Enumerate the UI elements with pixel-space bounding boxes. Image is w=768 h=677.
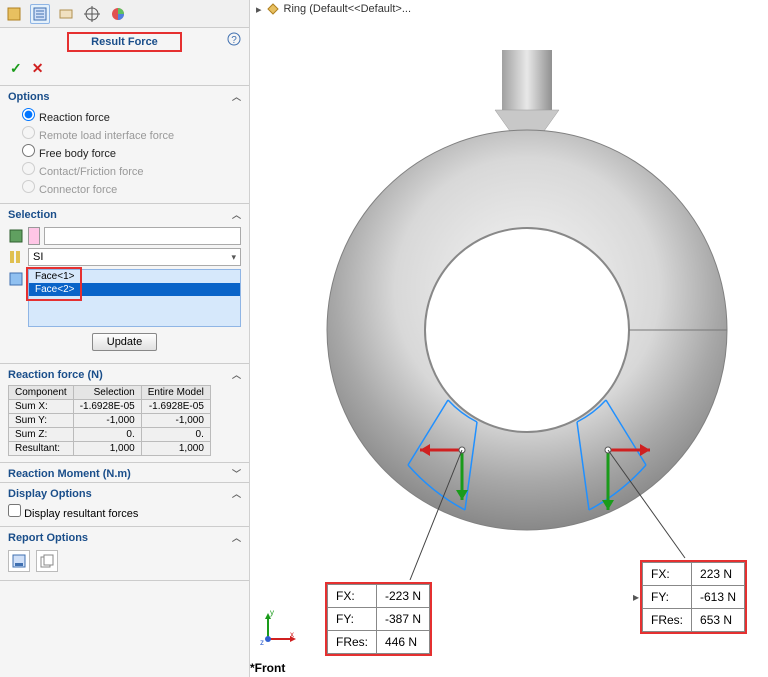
force-callout-left: FX:-223 N FY:-387 N FRes:446 N bbox=[325, 582, 432, 656]
display-options-header[interactable]: Display Options ︿ bbox=[0, 483, 249, 502]
chevron-up-icon: ︿ bbox=[232, 368, 241, 381]
selection-header[interactable]: Selection ︿ bbox=[0, 204, 249, 223]
copy-report-icon[interactable] bbox=[36, 550, 58, 572]
reaction-force-header[interactable]: Reaction force (N) ︿ bbox=[0, 364, 249, 383]
svg-text:?: ? bbox=[231, 35, 237, 46]
chevron-up-icon: ︿ bbox=[232, 487, 241, 500]
breadcrumb-text: Ring (Default<<Default>... bbox=[284, 3, 412, 15]
col-selection: Selection bbox=[73, 386, 141, 400]
display-options-label: Display Options bbox=[8, 488, 92, 500]
options-label: Options bbox=[8, 91, 50, 103]
options-header[interactable]: Options ︿ bbox=[0, 86, 249, 105]
opt-connector: Connector force bbox=[22, 179, 241, 197]
display-resultant-checkbox[interactable]: Display resultant forces bbox=[8, 508, 138, 520]
view-triad: y x z bbox=[260, 607, 300, 647]
opt-free-body[interactable]: Free body force bbox=[22, 143, 241, 161]
chevron-down-icon: ﹀ bbox=[232, 467, 241, 480]
force-callout-right: FX:223 N ▸FY:-613 N FRes:653 N bbox=[640, 560, 747, 634]
study-select[interactable] bbox=[44, 227, 241, 245]
col-component: Component bbox=[9, 386, 74, 400]
svg-text:x: x bbox=[290, 630, 294, 639]
panel-title: Result Force bbox=[67, 32, 182, 52]
save-report-icon[interactable] bbox=[8, 550, 30, 572]
tab-appearance-icon[interactable] bbox=[108, 4, 128, 24]
chevron-up-icon: ︿ bbox=[232, 208, 241, 221]
face-select-icon bbox=[8, 271, 24, 287]
opt-contact-friction: Contact/Friction force bbox=[22, 161, 241, 179]
property-panel: Result Force ? ✓ ✕ Options ︿ Reaction fo… bbox=[0, 0, 250, 677]
chevron-down-icon: ▾ bbox=[231, 252, 236, 263]
view-orientation-label: *Front bbox=[250, 661, 285, 675]
col-entire-model: Entire Model bbox=[141, 386, 210, 400]
face-item[interactable]: Face<1> bbox=[29, 270, 240, 283]
svg-text:z: z bbox=[260, 638, 264, 647]
study-icon bbox=[8, 228, 24, 244]
breadcrumb[interactable]: ▸ Ring (Default<<Default>... bbox=[256, 2, 411, 16]
model-ring bbox=[290, 50, 750, 580]
report-options-label: Report Options bbox=[8, 532, 88, 544]
expand-icon[interactable]: ▸ bbox=[256, 3, 262, 16]
part-icon bbox=[266, 2, 280, 16]
cancel-button[interactable]: ✕ bbox=[32, 60, 44, 77]
color-swatch[interactable] bbox=[28, 227, 40, 245]
svg-text:y: y bbox=[270, 608, 274, 617]
help-icon[interactable]: ? bbox=[227, 32, 241, 49]
units-icon bbox=[8, 249, 24, 265]
selection-label: Selection bbox=[8, 209, 57, 221]
face-selection-list[interactable]: Face<1> Face<2> bbox=[28, 269, 241, 327]
panel-tab-strip bbox=[0, 0, 249, 28]
tab-config-icon[interactable] bbox=[56, 4, 76, 24]
tab-property-icon[interactable] bbox=[30, 4, 50, 24]
units-dropdown[interactable]: SI ▾ bbox=[28, 248, 241, 266]
chevron-up-icon: ︿ bbox=[232, 90, 241, 103]
report-options-header[interactable]: Report Options ︿ bbox=[0, 527, 249, 546]
reaction-moment-header[interactable]: Reaction Moment (N.m) ﹀ bbox=[0, 463, 249, 482]
opt-remote-load: Remote load interface force bbox=[22, 125, 241, 143]
reaction-moment-label: Reaction Moment (N.m) bbox=[8, 468, 131, 480]
ok-button[interactable]: ✓ bbox=[10, 60, 22, 77]
graphics-viewport[interactable]: ▸ Ring (Default<<Default>... bbox=[250, 0, 768, 677]
tab-feature-icon[interactable] bbox=[4, 4, 24, 24]
face-item[interactable]: Face<2> bbox=[29, 283, 240, 296]
reaction-force-table: Component Selection Entire Model Sum X:-… bbox=[8, 385, 211, 456]
reaction-force-label: Reaction force (N) bbox=[8, 369, 103, 381]
chevron-up-icon: ︿ bbox=[232, 531, 241, 544]
tab-target-icon[interactable] bbox=[82, 4, 102, 24]
units-value: SI bbox=[33, 251, 43, 263]
opt-reaction-force[interactable]: Reaction force bbox=[22, 107, 241, 125]
update-button[interactable]: Update bbox=[92, 333, 157, 351]
